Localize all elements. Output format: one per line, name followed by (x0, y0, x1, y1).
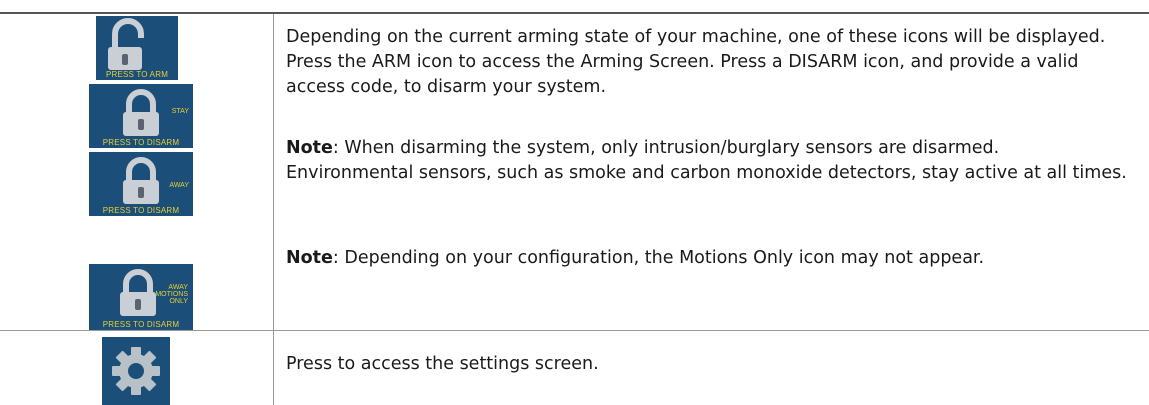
away-motions-only-label: AWAY MOTIONS ONLY (155, 284, 188, 305)
press-to-arm-icon: PRESS TO ARM (96, 16, 178, 80)
note-text: : When disarming the system, only intrus… (286, 138, 1127, 183)
gear-icon (112, 347, 160, 395)
table-top-rule (0, 12, 1149, 14)
disarm-stay-icon: STAY PRESS TO DISARM (89, 84, 193, 148)
note-motions: Note: Depending on your configuration, t… (286, 246, 1116, 271)
disarm-stay-caption: PRESS TO DISARM (102, 138, 180, 147)
settings-tile (102, 337, 170, 405)
arm-caption: PRESS TO ARM (105, 70, 169, 79)
row-divider (0, 330, 1149, 331)
column-divider (273, 14, 274, 405)
note-text: : Depending on your configuration, the M… (332, 248, 985, 268)
disarm-away-icon: AWAY PRESS TO DISARM (89, 152, 193, 216)
away-label: AWAY (169, 182, 189, 189)
note-disarm: Note: When disarming the system, only in… (286, 136, 1131, 186)
settings-paragraph: Press to access the settings screen. (286, 354, 599, 374)
disarm-motions-caption: PRESS TO DISARM (102, 320, 180, 329)
row1-description: Depending on the current arming state of… (286, 25, 1141, 100)
note-label: Note (286, 248, 333, 268)
settings-description: Press to access the settings screen. (286, 352, 1141, 377)
disarm-away-caption: PRESS TO DISARM (102, 206, 180, 215)
arming-paragraph: Depending on the current arming state of… (286, 27, 1106, 97)
disarm-away-motions-icon: AWAY MOTIONS ONLY PRESS TO DISARM (89, 264, 193, 330)
stay-label: STAY (171, 108, 189, 115)
note-label: Note (286, 138, 333, 158)
